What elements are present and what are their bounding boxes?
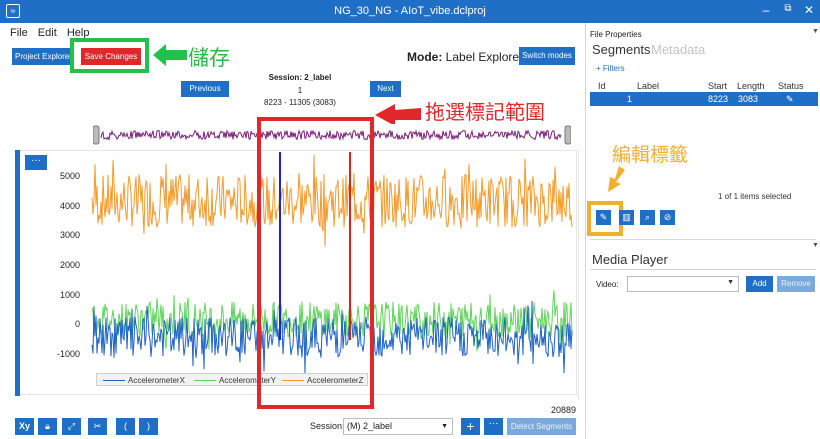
mode-indicator: Mode: Label Explorer	[407, 50, 523, 64]
red-arrow-icon	[375, 104, 421, 124]
zoom-icon[interactable]: ⌕	[640, 210, 655, 225]
row-start: 8223	[708, 94, 729, 104]
menu-edit[interactable]: Edit	[38, 27, 57, 39]
column-header-start[interactable]: Start	[708, 81, 727, 91]
legend-swatch-x	[103, 380, 125, 382]
minimize-icon[interactable]: –	[758, 3, 774, 17]
add-video-button[interactable]: Add	[746, 276, 773, 292]
session-dropdown-value: (M) 2_label	[347, 421, 393, 431]
title-bar: ≈ NG_30_NG - AIoT_vibe.dclproj – ⧉ ✕	[0, 0, 820, 23]
delete-icon[interactable]: ▥	[619, 210, 634, 225]
session-select-label: Session:	[310, 421, 345, 431]
green-arrow-icon	[153, 44, 187, 66]
expand-icon[interactable]: ⤢	[62, 418, 81, 435]
row-status-icon: ✎	[786, 94, 794, 104]
xy-tool-button[interactable]: Xy	[15, 418, 34, 435]
save-changes-button[interactable]: Save Changes	[81, 48, 141, 65]
collapse-icon[interactable]: ▼	[812, 28, 819, 35]
legend-label-x: AccelerometerX	[128, 376, 185, 385]
session-dropdown[interactable]: (M) 2_label ▼	[343, 418, 453, 435]
panel-separator	[590, 239, 816, 240]
tab-metadata[interactable]: Metadata	[651, 42, 705, 57]
session-range: 8223 - 11305 (3083)	[264, 98, 336, 107]
mode-value: Label Explorer	[445, 50, 524, 64]
next-button[interactable]: Next	[370, 81, 401, 97]
column-header-status[interactable]: Status	[778, 81, 804, 91]
remove-video-button[interactable]: Remove	[777, 276, 815, 292]
chart-scrollbar[interactable]	[578, 150, 579, 400]
detect-segments-button[interactable]: Detect Segments	[507, 418, 576, 435]
media-separator	[590, 269, 816, 270]
chevron-down-icon: ▼	[727, 279, 734, 286]
drag-selection-highlight	[257, 117, 374, 409]
lock-icon[interactable]: 🔒︎	[38, 418, 57, 435]
panel-divider[interactable]	[585, 23, 586, 439]
bracket-close-button[interactable]: )	[139, 418, 158, 435]
legend-item-x: AccelerometerX	[103, 376, 185, 385]
chevron-down-icon: ▼	[441, 423, 448, 430]
file-properties-header: File Properties	[590, 30, 642, 39]
table-row[interactable]	[590, 92, 818, 106]
menu-file[interactable]: File	[10, 27, 28, 39]
overview-left-handle[interactable]	[93, 125, 100, 145]
save-annotation: 儲存	[188, 46, 230, 70]
media-player-title: Media Player	[592, 252, 668, 267]
drag-select-annotation: 拖選標記範圍	[425, 100, 545, 124]
tab-segments[interactable]: Segments	[592, 42, 651, 57]
collapse-icon[interactable]: ▼	[812, 242, 819, 249]
row-id: 1	[627, 94, 633, 104]
more-options-button[interactable]: ···	[484, 418, 503, 435]
bracket-open-button[interactable]: (	[116, 418, 135, 435]
mode-prefix: Mode:	[407, 50, 443, 64]
edit-label-annotation: 編輯標籤	[612, 144, 689, 166]
scissors-icon[interactable]: ✂	[88, 418, 107, 435]
video-dropdown[interactable]: ▼	[627, 276, 739, 292]
add-session-button[interactable]: +	[461, 418, 480, 435]
video-label: Video:	[596, 280, 619, 289]
legend-swatch-y	[194, 380, 216, 382]
sample-count: 20889	[551, 405, 577, 415]
column-header-label[interactable]: Label	[637, 81, 659, 91]
edit-label-icon[interactable]: ✎	[596, 210, 611, 225]
filters-link[interactable]: + Filters	[596, 64, 625, 73]
yellow-arrow-icon	[608, 166, 625, 192]
restore-icon[interactable]: ⧉	[780, 3, 796, 14]
session-title: Session: 2_label	[268, 73, 332, 82]
project-explorer-button[interactable]: Project Explorer	[12, 48, 74, 65]
switch-modes-button[interactable]: Switch modes	[519, 47, 575, 65]
items-selected-count: 1 of 1 items selected	[718, 192, 792, 201]
overview-right-handle[interactable]	[564, 125, 571, 145]
session-index: 1	[297, 86, 303, 95]
window-title: NG_30_NG - AIoT_vibe.dclproj	[334, 5, 486, 17]
close-icon[interactable]: ✕	[801, 3, 817, 17]
column-header-length[interactable]: Length	[737, 81, 765, 91]
row-length: 3083	[738, 94, 759, 104]
hide-icon[interactable]: ⊘	[660, 210, 675, 225]
previous-button[interactable]: Previous	[181, 81, 229, 97]
column-header-id[interactable]: Id	[598, 81, 606, 91]
app-window: ≈ NG_30_NG - AIoT_vibe.dclproj – ⧉ ✕ Fil…	[0, 0, 820, 439]
